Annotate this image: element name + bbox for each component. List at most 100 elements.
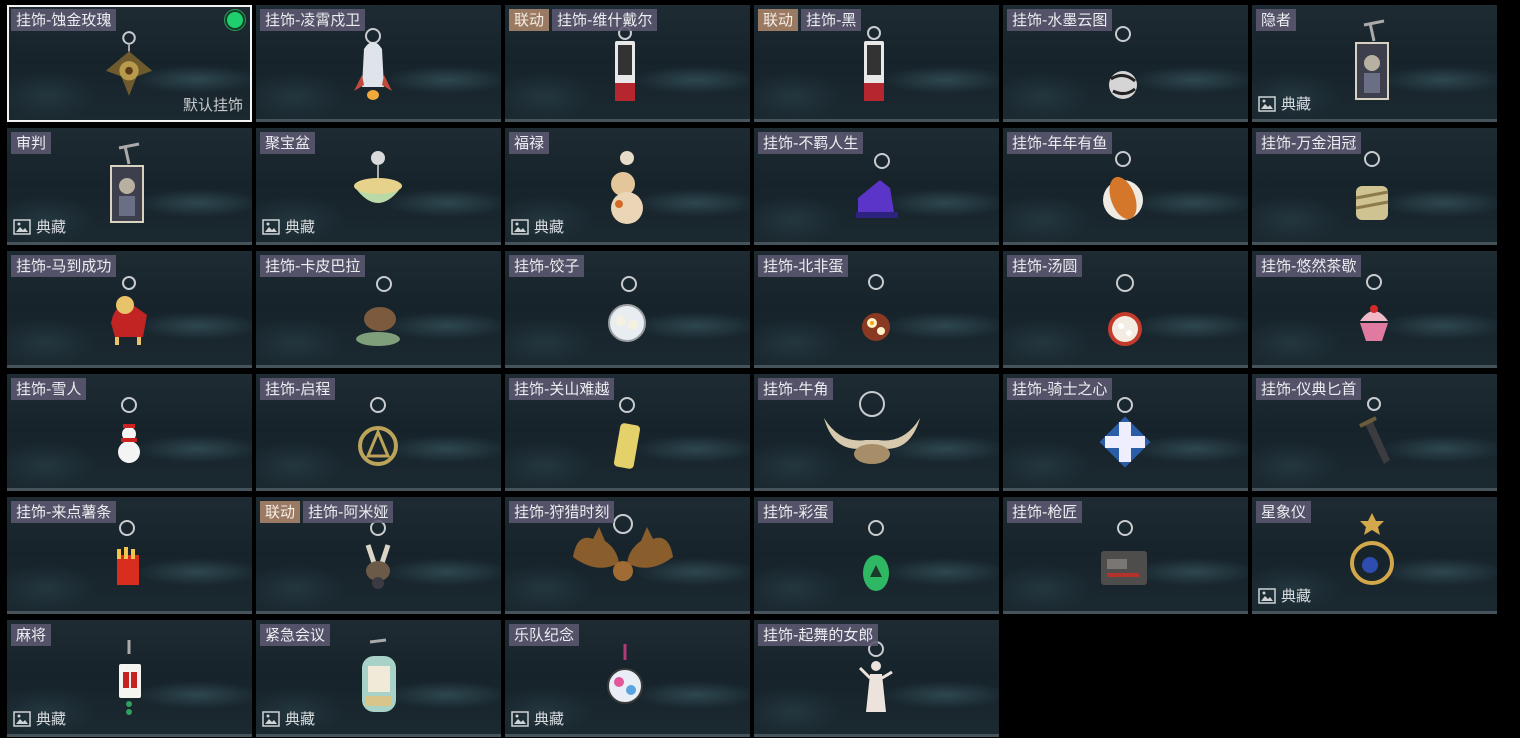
collection-badge-label: 典藏 (534, 710, 565, 728)
charm-title: 挂饰-卡皮巴拉 (260, 255, 366, 277)
collection-badge-label: 典藏 (36, 710, 67, 728)
charm-card[interactable]: 挂饰-起舞的女郎 (754, 620, 999, 737)
charm-card[interactable]: 联动 挂饰-阿米娅 (256, 497, 501, 614)
charm-name: 挂饰-卡皮巴拉 (260, 255, 366, 277)
charm-title: 挂饰-北非蛋 (758, 255, 849, 277)
collection-badge: 典藏 (262, 708, 315, 729)
charm-card[interactable]: 挂饰-万金泪冠 (1252, 128, 1497, 245)
charm-card[interactable]: 审判 典藏 (7, 128, 252, 245)
collection-icon (1258, 587, 1276, 604)
charm-title: 挂饰-启程 (260, 378, 336, 400)
charm-name: 挂饰-仪典匕首 (1256, 378, 1362, 400)
charm-card[interactable]: 挂饰-水墨云图 (1003, 5, 1248, 122)
charm-title: 挂饰-凌霄戍卫 (260, 9, 366, 31)
charm-name: 挂饰-狩猎时刻 (509, 501, 615, 523)
charm-title: 联动 挂饰-维什戴尔 (509, 9, 658, 31)
default-charm-label: 默认挂饰 (182, 96, 243, 114)
charm-card[interactable]: 挂饰-关山难越 (505, 374, 750, 491)
charm-card[interactable]: 联动 挂饰-维什戴尔 (505, 5, 750, 122)
charm-card[interactable]: 挂饰-枪匠 (1003, 497, 1248, 614)
collection-badge: 典藏 (1258, 585, 1311, 606)
charm-title: 挂饰-万金泪冠 (1256, 132, 1362, 154)
charm-card[interactable]: 挂饰-悠然茶歇 (1252, 251, 1497, 368)
charm-name: 挂饰-牛角 (758, 378, 834, 400)
charm-title: 聚宝盆 (260, 132, 316, 154)
charm-card[interactable]: 隐者 典藏 (1252, 5, 1497, 122)
charm-title: 挂饰-起舞的女郎 (758, 624, 879, 646)
charm-card[interactable]: 星象仪 典藏 (1252, 497, 1497, 614)
collab-tag: 联动 (509, 9, 550, 31)
charm-card[interactable]: 挂饰-蚀金玫瑰默认挂饰 (7, 5, 252, 122)
charm-card[interactable]: 挂饰-仪典匕首 (1252, 374, 1497, 491)
charm-title: 隐者 (1256, 9, 1297, 31)
charm-title: 星象仪 (1256, 501, 1312, 523)
charm-name: 挂饰-汤圆 (1007, 255, 1083, 277)
charm-title: 挂饰-蚀金玫瑰 (11, 9, 117, 31)
collection-badge: 典藏 (511, 708, 564, 729)
charm-name: 挂饰-黑 (801, 9, 862, 31)
charm-card[interactable]: 挂饰-雪人 (7, 374, 252, 491)
charm-card[interactable]: 紧急会议 典藏 (256, 620, 501, 737)
charm-card[interactable]: 挂饰-饺子 (505, 251, 750, 368)
charm-card[interactable]: 挂饰-来点薯条 (7, 497, 252, 614)
charm-card[interactable]: 挂饰-汤圆 (1003, 251, 1248, 368)
charm-title: 挂饰-雪人 (11, 378, 87, 400)
collection-icon (262, 710, 280, 727)
charm-card[interactable]: 挂饰-北非蛋 (754, 251, 999, 368)
charm-card[interactable]: 挂饰-年年有鱼 (1003, 128, 1248, 245)
charm-name: 挂饰-骑士之心 (1007, 378, 1113, 400)
charm-name: 挂饰-马到成功 (11, 255, 117, 277)
equipped-indicator (227, 12, 243, 28)
charm-card[interactable]: 挂饰-彩蛋 (754, 497, 999, 614)
collection-icon (13, 710, 31, 727)
charm-card[interactable]: 挂饰-凌霄戍卫 (256, 5, 501, 122)
collection-badge-label: 典藏 (1281, 95, 1312, 113)
charm-name: 聚宝盆 (260, 132, 316, 154)
charm-title: 挂饰-牛角 (758, 378, 834, 400)
charm-title: 挂饰-马到成功 (11, 255, 117, 277)
collab-tag: 联动 (758, 9, 799, 31)
charm-title: 麻将 (11, 624, 52, 646)
charm-title: 挂饰-来点薯条 (11, 501, 117, 523)
charm-name: 挂饰-来点薯条 (11, 501, 117, 523)
collection-badge: 典藏 (1258, 93, 1311, 114)
charm-name: 挂饰-水墨云图 (1007, 9, 1113, 31)
collection-badge: 典藏 (511, 216, 564, 237)
charm-card[interactable]: 福禄 典藏 (505, 128, 750, 245)
charm-name: 挂饰-彩蛋 (758, 501, 834, 523)
charm-name: 挂饰-启程 (260, 378, 336, 400)
collection-badge: 典藏 (13, 708, 66, 729)
charm-title: 挂饰-彩蛋 (758, 501, 834, 523)
charm-card[interactable]: 挂饰-卡皮巴拉 (256, 251, 501, 368)
charm-card[interactable]: 挂饰-启程 (256, 374, 501, 491)
charm-title: 挂饰-年年有鱼 (1007, 132, 1113, 154)
charm-name: 挂饰-北非蛋 (758, 255, 849, 277)
charm-name: 挂饰-蚀金玫瑰 (11, 9, 117, 31)
charm-card[interactable]: 聚宝盆 典藏 (256, 128, 501, 245)
charm-card[interactable]: 挂饰-马到成功 (7, 251, 252, 368)
charm-card[interactable]: 挂饰-狩猎时刻 (505, 497, 750, 614)
charm-name: 挂饰-不羁人生 (758, 132, 864, 154)
charm-card[interactable]: 联动 挂饰-黑 (754, 5, 999, 122)
collection-icon (511, 710, 529, 727)
collection-badge-label: 典藏 (285, 710, 316, 728)
charm-card[interactable]: 挂饰-骑士之心 (1003, 374, 1248, 491)
collection-badge-label: 典藏 (534, 218, 565, 236)
charm-name: 挂饰-凌霄戍卫 (260, 9, 366, 31)
charm-title: 挂饰-水墨云图 (1007, 9, 1113, 31)
charm-name: 福禄 (509, 132, 550, 154)
charm-card[interactable]: 挂饰-不羁人生 (754, 128, 999, 245)
charm-card[interactable]: 挂饰-牛角 (754, 374, 999, 491)
charm-title: 挂饰-骑士之心 (1007, 378, 1113, 400)
charm-title: 挂饰-枪匠 (1007, 501, 1083, 523)
collection-badge-label: 典藏 (1281, 587, 1312, 605)
charm-card[interactable]: 麻将 典藏 (7, 620, 252, 737)
charm-title: 挂饰-关山难越 (509, 378, 615, 400)
collection-badge-label: 典藏 (36, 218, 67, 236)
charm-title: 乐队纪念 (509, 624, 580, 646)
charm-name: 挂饰-雪人 (11, 378, 87, 400)
charm-title: 挂饰-汤圆 (1007, 255, 1083, 277)
charm-card[interactable]: 乐队纪念 典藏 (505, 620, 750, 737)
charm-name: 审判 (11, 132, 52, 154)
collab-tag: 联动 (260, 501, 301, 523)
